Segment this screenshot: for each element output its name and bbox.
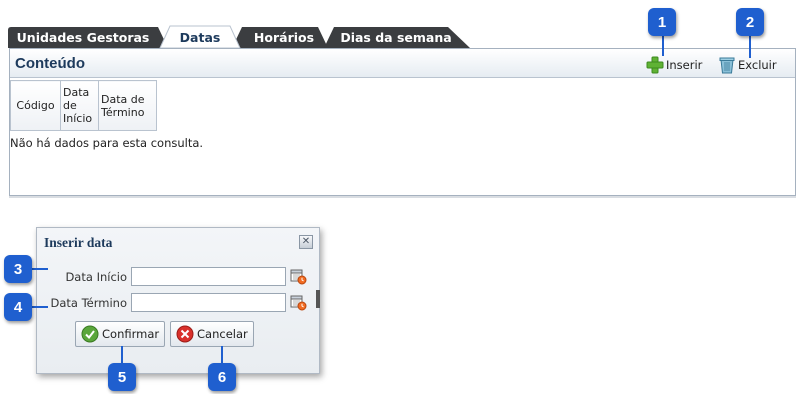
start-date-label: Data Início	[65, 270, 127, 284]
results-table: Código Data de Início Data de Término	[10, 80, 157, 131]
plus-icon	[646, 56, 664, 74]
empty-message: Não há dados para esta consulta.	[10, 136, 204, 150]
panel-title: Conteúdo	[15, 55, 85, 72]
start-date-input[interactable]	[131, 267, 286, 286]
close-button[interactable]: ✕	[299, 235, 313, 249]
panel-header: Conteúdo Inserir Excluir	[10, 49, 795, 78]
tab-dias-da-semana[interactable]: Dias da semana	[334, 27, 458, 48]
dialog-title: Inserir data	[44, 235, 113, 250]
tab-datas[interactable]: Datas	[168, 27, 232, 48]
close-icon: ✕	[301, 236, 311, 247]
confirm-label: Confirmar	[102, 327, 160, 341]
results-table-wrapper: Código Data de Início Data de Término	[10, 80, 157, 131]
column-header-data-termino[interactable]: Data de Término	[98, 80, 157, 131]
delete-label: Excluir	[738, 58, 777, 72]
cancel-button[interactable]: Cancelar	[170, 321, 254, 347]
calendar-icon[interactable]	[290, 268, 307, 285]
callout-leader-6	[221, 346, 223, 364]
column-header-codigo[interactable]: Código	[10, 80, 61, 131]
callout-leader-4	[30, 306, 48, 308]
callout-badge-6: 6	[208, 363, 236, 391]
callout-leader-3	[30, 268, 48, 270]
content-panel: Conteúdo Inserir Excluir Código Data de …	[9, 48, 796, 196]
calendar-icon[interactable]	[290, 294, 307, 311]
callout-badge-1: 1	[648, 8, 676, 36]
column-header-data-inicio[interactable]: Data de Início	[60, 80, 99, 131]
delete-button[interactable]: Excluir	[718, 56, 777, 74]
panel-bottom-edge	[9, 196, 796, 198]
callout-badge-3: 3	[4, 255, 32, 283]
callout-leader-1	[662, 34, 664, 56]
end-date-input[interactable]	[131, 293, 286, 312]
cancel-icon	[176, 325, 194, 343]
tab-horarios[interactable]: Horários	[244, 27, 324, 48]
callout-leader-2	[749, 34, 751, 58]
callout-badge-4: 4	[4, 293, 32, 321]
insert-date-dialog: Inserir data ✕ Data Início Data Término …	[36, 227, 320, 374]
trash-icon	[719, 57, 735, 74]
confirm-button[interactable]: Confirmar	[75, 321, 166, 347]
background-scroll-edge	[316, 290, 320, 308]
tab-bar: Unidades Gestoras Datas Horários Dias da…	[8, 24, 796, 48]
callout-badge-5: 5	[108, 363, 136, 391]
end-date-label: Data Término	[50, 296, 127, 310]
check-icon	[81, 325, 99, 343]
callout-badge-2: 2	[736, 8, 764, 36]
insert-label: Inserir	[666, 58, 703, 72]
cancel-label: Cancelar	[197, 327, 248, 341]
callout-leader-5	[121, 346, 123, 364]
insert-button[interactable]: Inserir	[646, 56, 702, 74]
tab-unidades-gestoras[interactable]: Unidades Gestoras	[8, 27, 158, 48]
